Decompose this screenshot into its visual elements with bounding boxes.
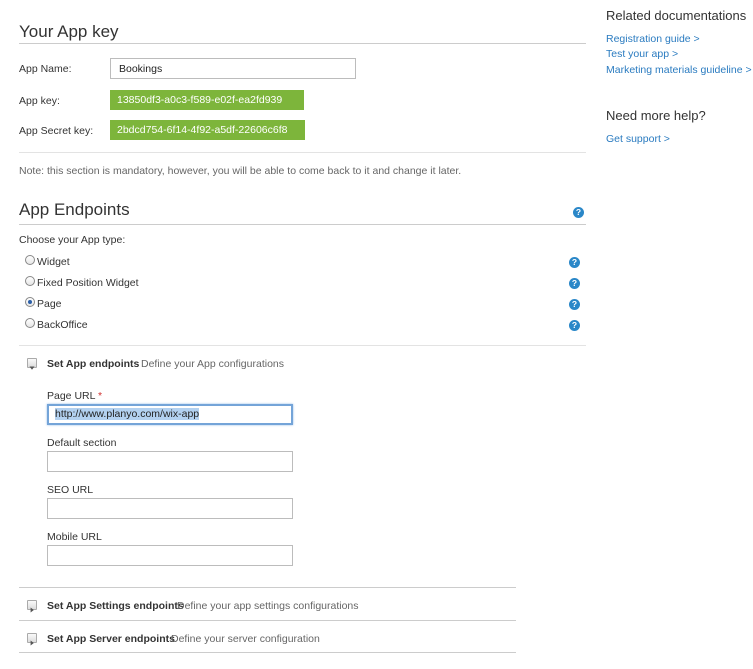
app-endpoints-title: App Endpoints xyxy=(19,200,130,219)
radio-backoffice-label: BackOffice xyxy=(37,319,88,331)
marketing-guideline-link[interactable]: Marketing materials guideline > xyxy=(606,64,752,76)
required-mark: * xyxy=(97,390,103,402)
set-app-endpoints-desc: Define your App configurations xyxy=(141,358,285,370)
app-name-input[interactable] xyxy=(110,58,356,79)
radio-widget[interactable] xyxy=(25,255,35,265)
mobile-url-label: Mobile URL xyxy=(47,531,102,543)
help-icon[interactable]: ? xyxy=(569,299,580,310)
collapse-toggle[interactable] xyxy=(27,358,37,370)
page-url-label-text: Page URL xyxy=(47,390,96,402)
expand-toggle[interactable] xyxy=(27,600,37,613)
set-app-settings-endpoints-title[interactable]: Set App Settings endpoints xyxy=(47,600,184,612)
page-url-label: Page URL * xyxy=(47,390,102,402)
seo-url-input[interactable] xyxy=(47,498,293,519)
default-section-input[interactable] xyxy=(47,451,293,472)
registration-guide-link[interactable]: Registration guide > xyxy=(606,33,700,45)
page-url-value: http://www.planyo.com/wix-app xyxy=(55,408,200,420)
divider xyxy=(19,345,586,346)
page-url-input[interactable]: http://www.planyo.com/wix-app xyxy=(47,404,293,425)
triangle-right-icon xyxy=(28,634,36,646)
mobile-url-input[interactable] xyxy=(47,545,293,566)
triangle-right-icon xyxy=(28,601,36,613)
set-app-server-endpoints-desc: Define your server configuration xyxy=(171,633,320,645)
app-secret-label: App Secret key: xyxy=(19,125,94,137)
help-icon[interactable]: ? xyxy=(569,278,580,289)
app-key-value: 13850df3-a0c3-f589-e02f-ea2fd939 xyxy=(110,90,304,110)
choose-app-type-label: Choose your App type: xyxy=(19,234,126,246)
seo-url-label: SEO URL xyxy=(47,484,94,496)
radio-widget-label: Widget xyxy=(37,256,70,268)
divider xyxy=(19,152,586,153)
default-section-label: Default section xyxy=(47,437,117,449)
radio-backoffice[interactable] xyxy=(25,318,35,328)
app-name-label: App Name: xyxy=(19,63,72,75)
set-app-endpoints-title[interactable]: Set App endpoints xyxy=(47,358,139,370)
get-support-link[interactable]: Get support > xyxy=(606,133,670,145)
divider xyxy=(19,224,586,225)
radio-page[interactable] xyxy=(25,297,35,307)
app-key-label: App key: xyxy=(19,95,60,107)
radio-fixed-position-widget-label: Fixed Position Widget xyxy=(37,277,139,289)
divider xyxy=(19,620,516,621)
divider xyxy=(19,43,586,44)
help-icon[interactable]: ? xyxy=(569,257,580,268)
mandatory-note: Note: this section is mandatory, however… xyxy=(19,165,462,177)
radio-fixed-position-widget[interactable] xyxy=(25,276,35,286)
related-docs-title: Related documentations xyxy=(606,8,747,23)
test-your-app-link[interactable]: Test your app > xyxy=(606,48,678,60)
help-icon[interactable]: ? xyxy=(569,320,580,331)
triangle-down-icon xyxy=(28,359,36,370)
need-help-title: Need more help? xyxy=(606,108,706,123)
app-key-title: Your App key xyxy=(19,22,119,41)
help-icon[interactable]: ? xyxy=(573,207,584,218)
radio-page-label: Page xyxy=(37,298,62,310)
divider xyxy=(19,652,516,653)
app-secret-value: 2bdcd754-6f14-4f92-a5df-22606c6f8 xyxy=(110,120,305,140)
divider xyxy=(19,587,516,588)
set-app-server-endpoints-title[interactable]: Set App Server endpoints xyxy=(47,633,175,645)
expand-toggle[interactable] xyxy=(27,633,37,646)
set-app-settings-endpoints-desc: Define your app settings configurations xyxy=(177,600,359,612)
